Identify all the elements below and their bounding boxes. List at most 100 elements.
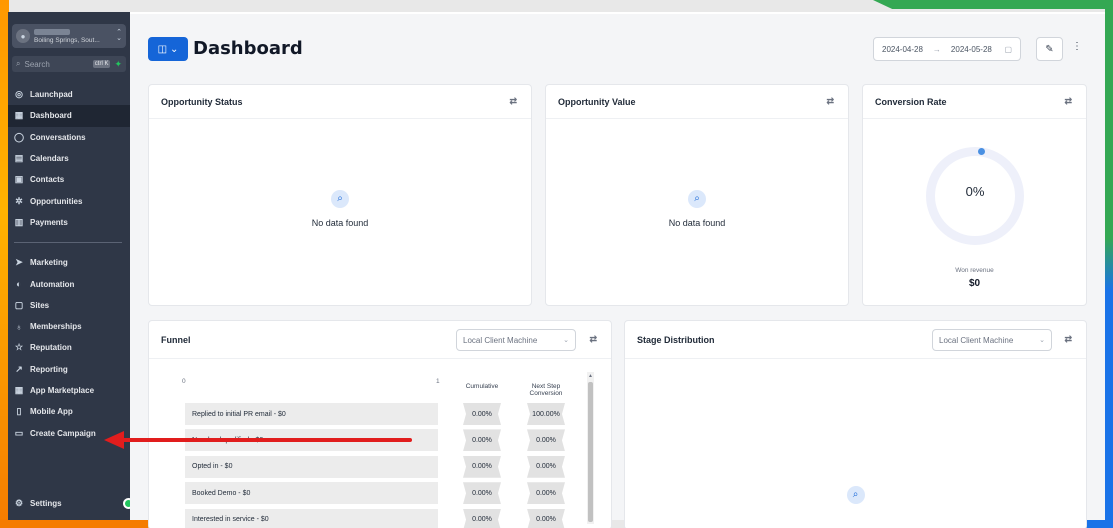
sidebar-item-sites[interactable]: ▢ Sites (8, 295, 130, 316)
sites-icon: ▢ (14, 299, 24, 310)
edit-dashboard-button[interactable]: ✎ (1036, 37, 1063, 61)
page-title: Dashboard (193, 38, 303, 59)
scrollbar-thumb[interactable] (588, 382, 593, 522)
swap-icon[interactable]: ⇄ (509, 96, 517, 107)
payments-icon: ▥ (14, 216, 24, 227)
funnel-scrollbar[interactable]: ▲ (587, 372, 594, 524)
funnel-card: Funnel ⇄ Local Client Machine ⌄ 0 1 Cumu… (148, 320, 612, 528)
sidebar-item-label: Memberships (30, 322, 82, 332)
sidebar-item-label: Dashboard (30, 111, 72, 121)
sidebar-item-contacts[interactable]: ▣ Contacts (8, 169, 130, 190)
sidebar-item-payments[interactable]: ▥ Payments (8, 212, 130, 233)
sidebar-item-dashboard[interactable]: ▦ Dashboard (8, 105, 130, 127)
sidebar-item-conversations[interactable]: ◯ Conversations (8, 127, 130, 148)
chevron-down-icon: ⌄ (170, 43, 179, 55)
sidebar-item-launchpad[interactable]: ◎ Launchpad (8, 84, 130, 105)
funnel-axis-min: 0 (182, 378, 186, 385)
funnel-stage-row: Booked Demo - $0 (185, 482, 438, 505)
nav-divider (14, 242, 122, 244)
funnel-pipeline-select[interactable]: Local Client Machine ⌄ (456, 329, 576, 351)
stage-pipeline-select[interactable]: Local Client Machine ⌄ (932, 329, 1052, 351)
contacts-icon: ▣ (14, 174, 24, 185)
next-step-cell: 0.00% (527, 429, 565, 452)
search-icon: ⌕ (688, 190, 706, 208)
cumulative-cell: 0.00% (463, 429, 501, 452)
empty-state: ⌕ No data found (149, 190, 531, 228)
sidebar-item-label: Mobile App (30, 407, 73, 417)
ai-sparkle-icon[interactable]: ✦ (114, 59, 122, 70)
memberships-icon: ♁ (15, 321, 23, 332)
search-input[interactable]: ⌕ Search ctrl K ✦ (12, 56, 126, 72)
dashboard-icon: ▦ (14, 110, 24, 121)
swap-icon[interactable]: ⇄ (1064, 96, 1072, 107)
sidebar-item-reputation[interactable]: ☆ Reputation (8, 337, 130, 358)
conversion-rate-title: Conversion Rate (875, 96, 947, 107)
card-title: Opportunity Value ⇄ (546, 85, 848, 119)
cumulative-cell: 0.00% (463, 403, 501, 425)
chevron-down-icon: ⌄ (1039, 337, 1045, 344)
sidebar-item-label: Automation (30, 279, 75, 289)
layout-switcher-button[interactable]: ◫ ⌄ (148, 37, 188, 61)
campaign-icon: ▭ (14, 427, 24, 438)
sidebar-item-automation[interactable]: ◐ Automation (8, 273, 130, 294)
annotation-arrow-icon (104, 431, 412, 449)
swap-icon[interactable]: ⇄ (589, 334, 597, 345)
won-revenue-value: $0 (968, 278, 981, 289)
sidebar-item-marketing[interactable]: ➤ Marketing (8, 252, 130, 273)
account-name-redacted (34, 28, 70, 35)
swap-icon[interactable]: ⇄ (826, 96, 834, 107)
funnel-stage-row: Interested in service - $0 (185, 508, 438, 528)
chart-line-icon: ↗ (15, 363, 23, 374)
sidebar-item-label: Opportunities (30, 196, 83, 206)
funnel-stage-row: Replied to initial PR email - $0 (185, 403, 438, 425)
chevron-down-icon: ⌄ (563, 337, 569, 344)
nav-primary: ◎ Launchpad ▦ Dashboard ◯ Conversations ▤ Calen… (8, 84, 130, 233)
gear-icon: ⚙ (14, 497, 24, 508)
sidebar-item-calendars[interactable]: ▤ Calendars (8, 148, 130, 169)
stage-distribution-title: Stage Distribution (637, 334, 715, 345)
date-start: 2024-04-28 (882, 44, 923, 54)
opportunity-status-title: Opportunity Status (161, 96, 243, 107)
settings-row[interactable]: ⚙ Settings (8, 493, 130, 514)
calendar-icon: ▤ (14, 153, 24, 164)
page-header: ◫ ⌄ Dashboard 2024-04-28 → 2024-05-28 ▢ … (130, 14, 1105, 74)
cumulative-cell: 0.00% (463, 482, 501, 505)
account-switcher[interactable]: ● Boiling Springs, Sout... ⌃ ⌄ (12, 24, 126, 48)
cumulative-cell: 0.00% (463, 455, 501, 478)
swap-icon[interactable]: ⇄ (1064, 334, 1072, 345)
scroll-up-icon[interactable]: ▲ (588, 373, 593, 379)
sidebar-item-label: Payments (30, 217, 68, 227)
layout-icon: ◫ (157, 43, 168, 55)
conversion-rate-value: 0% (965, 184, 985, 199)
search-shortcut-badge: ctrl K (92, 60, 111, 68)
decorative-frame-right (1105, 0, 1113, 528)
sidebar-item-reporting[interactable]: ↗ Reporting (8, 359, 130, 380)
empty-state: ⌕ No data found (546, 190, 848, 228)
sidebar-item-label: Contacts (30, 175, 65, 185)
opportunities-icon: ✲ (15, 195, 23, 206)
sidebar-item-label: App Marketplace (30, 386, 95, 395)
loading-state: ⌕ (625, 486, 1086, 504)
sidebar-item-opportunities[interactable]: ✲ Opportunities (8, 190, 130, 211)
pencil-icon: ✎ (1045, 43, 1054, 55)
chat-icon: ◯ (13, 131, 25, 142)
sidebar-item-app-marketplace[interactable]: ▦ App Marketplace (8, 380, 130, 401)
conversion-donut: 0% (926, 147, 1024, 245)
sidebar-item-label: Sites (30, 300, 50, 310)
won-revenue-label: Won revenue (955, 267, 994, 274)
arrow-right-icon: → (932, 44, 941, 54)
sidebar-item-settings[interactable]: ⚙ Settings (8, 493, 134, 514)
sidebar-item-label: Launchpad (30, 90, 73, 100)
automation-icon: ◐ (16, 279, 22, 290)
calendar-icon: ▢ (1004, 44, 1012, 54)
next-step-cell: 0.00% (527, 482, 565, 505)
select-value: Local Client Machine (939, 335, 1014, 345)
sidebar-item-mobile-app[interactable]: ▯ Mobile App (8, 401, 130, 422)
date-range-picker[interactable]: 2024-04-28 → 2024-05-28 ▢ (873, 37, 1021, 61)
cumulative-cell: 0.00% (463, 508, 501, 528)
send-icon: ➤ (15, 257, 23, 268)
more-options-icon[interactable]: ⋮ (1072, 41, 1082, 52)
funnel-axis-max: 1 (436, 378, 440, 385)
search-icon: ⌕ (331, 190, 349, 208)
sidebar-item-memberships[interactable]: ♁ Memberships (8, 316, 130, 337)
